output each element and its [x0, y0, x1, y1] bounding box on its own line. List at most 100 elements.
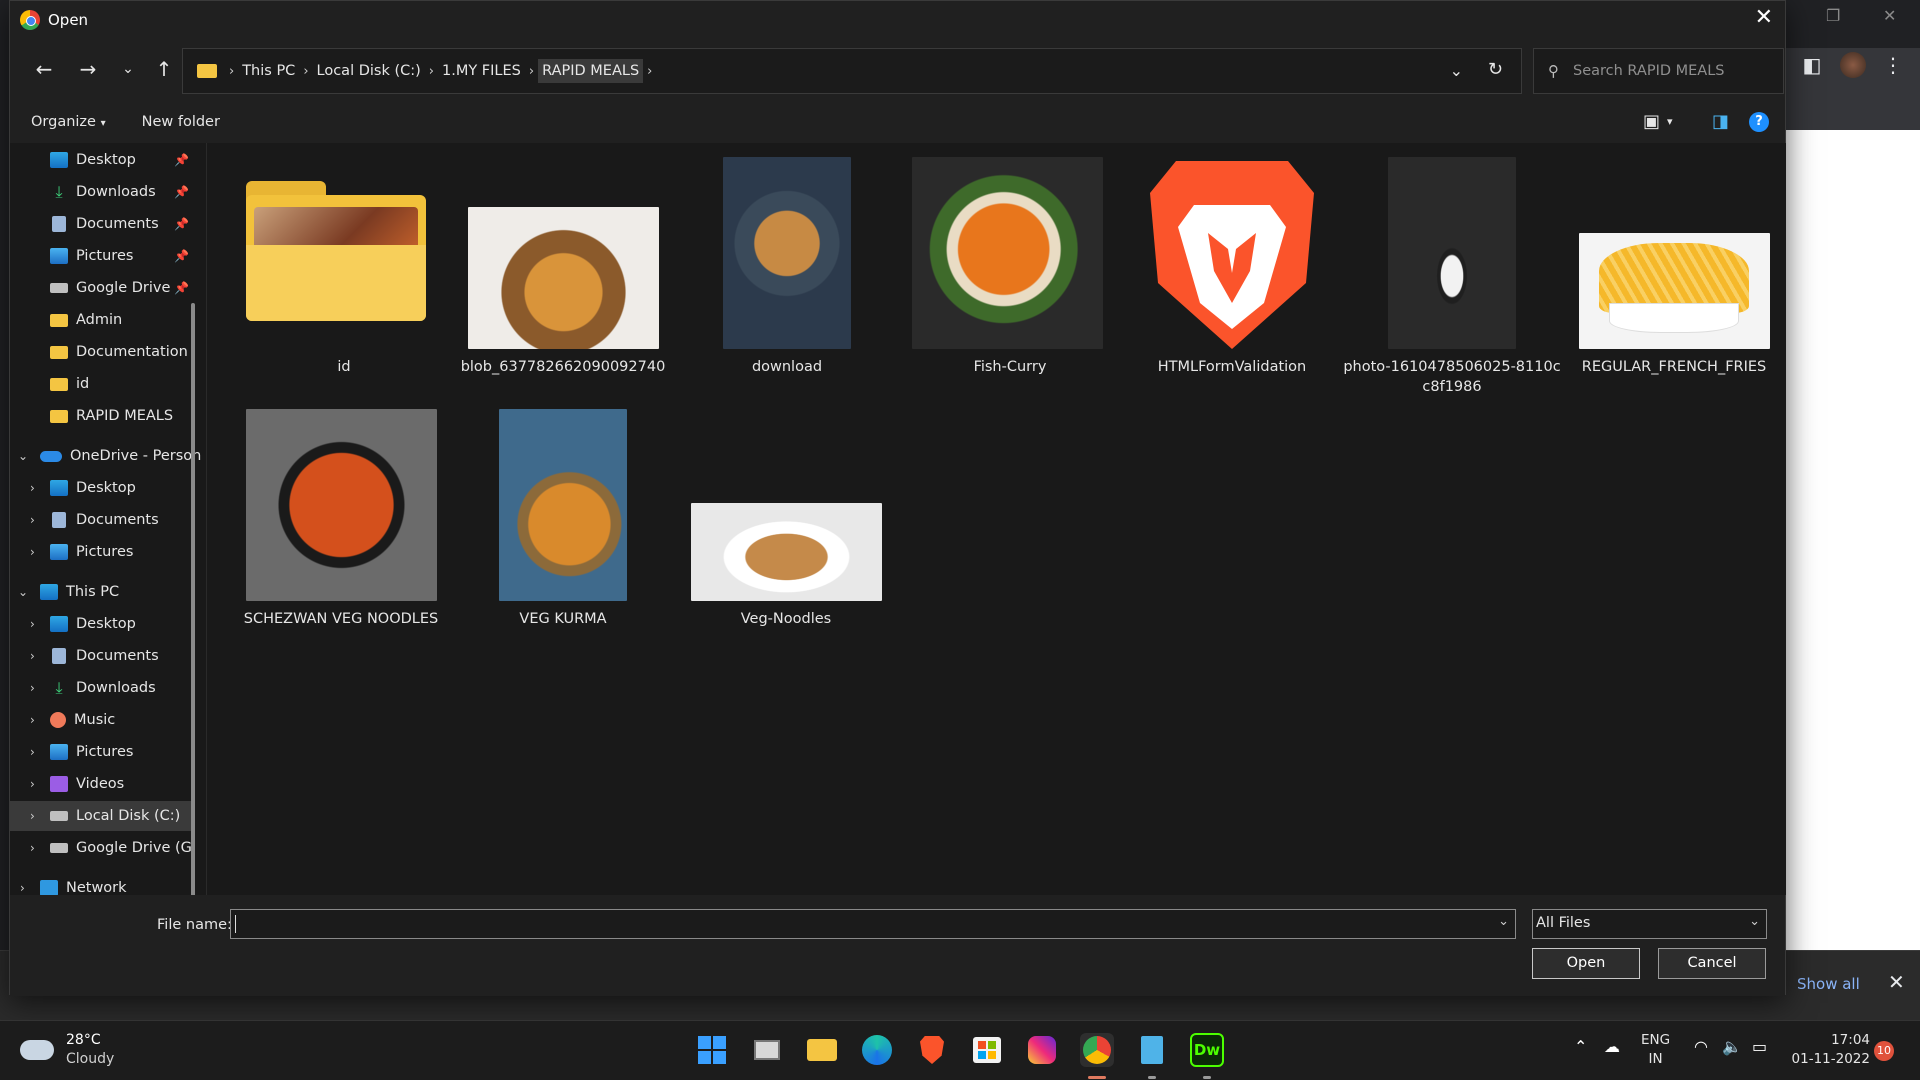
help-icon[interactable]: ?: [1749, 112, 1769, 132]
breadcrumb-local-disk[interactable]: Local Disk (C:): [313, 63, 425, 79]
chevron-up-icon[interactable]: ⌃: [1574, 1037, 1587, 1056]
organize-button[interactable]: Organize ▾: [31, 114, 106, 130]
breadcrumb-my-files[interactable]: 1.MY FILES: [438, 63, 525, 79]
change-view-icon[interactable]: ▣: [1643, 111, 1660, 132]
weather-widget[interactable]: 28°C Cloudy: [20, 1031, 114, 1069]
chevron-right-icon[interactable]: ›: [425, 64, 438, 79]
browser-close-icon[interactable]: ✕: [1883, 6, 1896, 25]
store-icon[interactable]: [970, 1033, 1004, 1067]
browser-menu-icon[interactable]: ⋮: [1878, 50, 1908, 80]
chevron-right-icon[interactable]: ›: [30, 649, 35, 663]
address-dropdown-icon[interactable]: ⌄: [1450, 61, 1463, 80]
image-thumbnail: [1388, 157, 1516, 349]
open-button[interactable]: Open: [1532, 948, 1640, 979]
file-type-select[interactable]: All Files ⌄: [1532, 909, 1767, 939]
clock[interactable]: 17:04 01-11-2022: [1790, 1031, 1870, 1069]
chevron-down-icon[interactable]: ⌄: [18, 449, 28, 463]
sidebar-item-pc-documents[interactable]: › Documents: [10, 641, 195, 671]
sidebar-item-pc-videos[interactable]: › Videos: [10, 769, 195, 799]
forward-icon[interactable]: →: [74, 57, 102, 81]
sidebar-item-onedrive-pictures[interactable]: › Pictures: [10, 537, 195, 567]
sidebar-item-documentation[interactable]: Documentation: [10, 337, 195, 367]
sidebar-scrollbar[interactable]: [191, 303, 195, 895]
sidebar-item-local-disk[interactable]: › Local Disk (C:): [10, 801, 195, 831]
dreamweaver-icon[interactable]: Dw: [1190, 1033, 1224, 1067]
sidebar-item-downloads[interactable]: ⤓ Downloads 📌: [10, 177, 195, 207]
sidebar-item-this-pc[interactable]: ⌄ This PC: [10, 577, 195, 607]
chevron-right-icon[interactable]: ›: [30, 681, 35, 695]
preview-pane-icon[interactable]: ◨: [1712, 111, 1729, 132]
breadcrumb-rapid-meals[interactable]: RAPID MEALS: [538, 59, 644, 83]
chevron-right-icon[interactable]: ›: [30, 777, 35, 791]
sidebar-item-rapid-meals[interactable]: RAPID MEALS: [10, 401, 195, 431]
sidebar-item-pc-pictures[interactable]: › Pictures: [10, 737, 195, 767]
sidebar-item-pc-music[interactable]: › Music: [10, 705, 195, 735]
file-explorer-icon[interactable]: [805, 1033, 839, 1067]
sidebar-item-pc-desktop[interactable]: › Desktop: [10, 609, 195, 639]
chevron-right-icon[interactable]: ›: [299, 64, 312, 79]
brave-icon[interactable]: [915, 1033, 949, 1067]
chevron-right-icon[interactable]: ›: [20, 881, 25, 895]
restore-icon[interactable]: ❐: [1826, 6, 1840, 25]
chevron-right-icon[interactable]: ›: [30, 841, 35, 855]
chevron-down-icon[interactable]: ⌄: [1498, 914, 1509, 929]
sidebar-item-onedrive[interactable]: ⌄ OneDrive - Person: [10, 441, 201, 471]
breadcrumb-this-pc[interactable]: This PC: [238, 63, 299, 79]
sidebar-item-pc-google-drive[interactable]: › Google Drive (G: [10, 833, 195, 863]
download-bar-close-icon[interactable]: ✕: [1888, 970, 1905, 994]
chrome-icon[interactable]: [1080, 1033, 1114, 1067]
sidebar-item-onedrive-documents[interactable]: › Documents: [10, 505, 195, 535]
sidebar-item-label: Google Drive (G: [76, 840, 192, 856]
chevron-right-icon[interactable]: ›: [30, 481, 35, 495]
chevron-right-icon[interactable]: ›: [30, 713, 35, 727]
chevron-right-icon[interactable]: ›: [30, 513, 35, 527]
sidebar-item-network[interactable]: › Network: [10, 873, 195, 895]
show-all-link[interactable]: Show all: [1797, 975, 1860, 993]
view-options-icon[interactable]: ▾: [1667, 115, 1673, 128]
desktop-icon: [50, 480, 68, 496]
chevron-right-icon[interactable]: ›: [643, 64, 656, 79]
sidebar-item-id[interactable]: id: [10, 369, 195, 399]
side-panel-icon[interactable]: ◧: [1797, 50, 1827, 80]
sidebar-item-label: Documentation: [76, 344, 188, 360]
sidebar-item-pc-downloads[interactable]: › ⤓ Downloads: [10, 673, 195, 703]
open-file-dialog: Open ✕ ← → ⌄ ↑ › This PC › Local Disk (C…: [9, 0, 1786, 996]
start-icon[interactable]: [695, 1033, 729, 1067]
chevron-right-icon[interactable]: ›: [30, 809, 35, 823]
chevron-right-icon[interactable]: ›: [525, 64, 538, 79]
edge-icon[interactable]: [860, 1033, 894, 1067]
sidebar-item-admin[interactable]: Admin: [10, 305, 195, 335]
chevron-down-icon[interactable]: ⌄: [18, 585, 28, 599]
chevron-right-icon[interactable]: ›: [225, 64, 238, 79]
notification-badge[interactable]: 10: [1874, 1041, 1894, 1061]
task-view-icon[interactable]: [750, 1033, 784, 1067]
folder-icon: [50, 313, 68, 327]
chevron-right-icon[interactable]: ›: [30, 617, 35, 631]
sidebar-item-pictures[interactable]: Pictures 📌: [10, 241, 195, 271]
volume-icon[interactable]: 🔈: [1722, 1037, 1742, 1056]
recent-locations-icon[interactable]: ⌄: [114, 61, 142, 77]
back-icon[interactable]: ←: [30, 57, 58, 81]
sidebar-item-desktop[interactable]: Desktop 📌: [10, 145, 195, 175]
onedrive-icon[interactable]: ☁: [1604, 1037, 1620, 1056]
up-icon[interactable]: ↑: [150, 57, 178, 81]
chevron-right-icon[interactable]: ›: [30, 745, 35, 759]
wifi-icon[interactable]: ◠: [1694, 1037, 1708, 1056]
file-name-input[interactable]: ⌄: [230, 909, 1516, 939]
instagram-icon[interactable]: [1025, 1033, 1059, 1067]
sidebar-item-documents[interactable]: Documents 📌: [10, 209, 195, 239]
notepad-icon[interactable]: [1135, 1033, 1169, 1067]
sidebar-item-onedrive-desktop[interactable]: › Desktop: [10, 473, 195, 503]
new-folder-button[interactable]: New folder: [142, 114, 220, 130]
cancel-button[interactable]: Cancel: [1658, 948, 1766, 979]
sidebar-item-google-drive[interactable]: Google Drive 📌: [10, 273, 195, 303]
search-box[interactable]: ⚲ Search RAPID MEALS: [1533, 48, 1784, 94]
battery-icon[interactable]: ▭: [1752, 1037, 1767, 1056]
address-bar[interactable]: › This PC › Local Disk (C:) › 1.MY FILES…: [182, 48, 1522, 94]
dialog-close-icon[interactable]: ✕: [1755, 5, 1773, 30]
image-thumbnail: [246, 409, 437, 601]
profile-avatar[interactable]: [1838, 50, 1868, 80]
chevron-right-icon[interactable]: ›: [30, 545, 35, 559]
language-indicator[interactable]: ENG IN: [1641, 1031, 1670, 1069]
refresh-icon[interactable]: ↻: [1488, 59, 1503, 80]
